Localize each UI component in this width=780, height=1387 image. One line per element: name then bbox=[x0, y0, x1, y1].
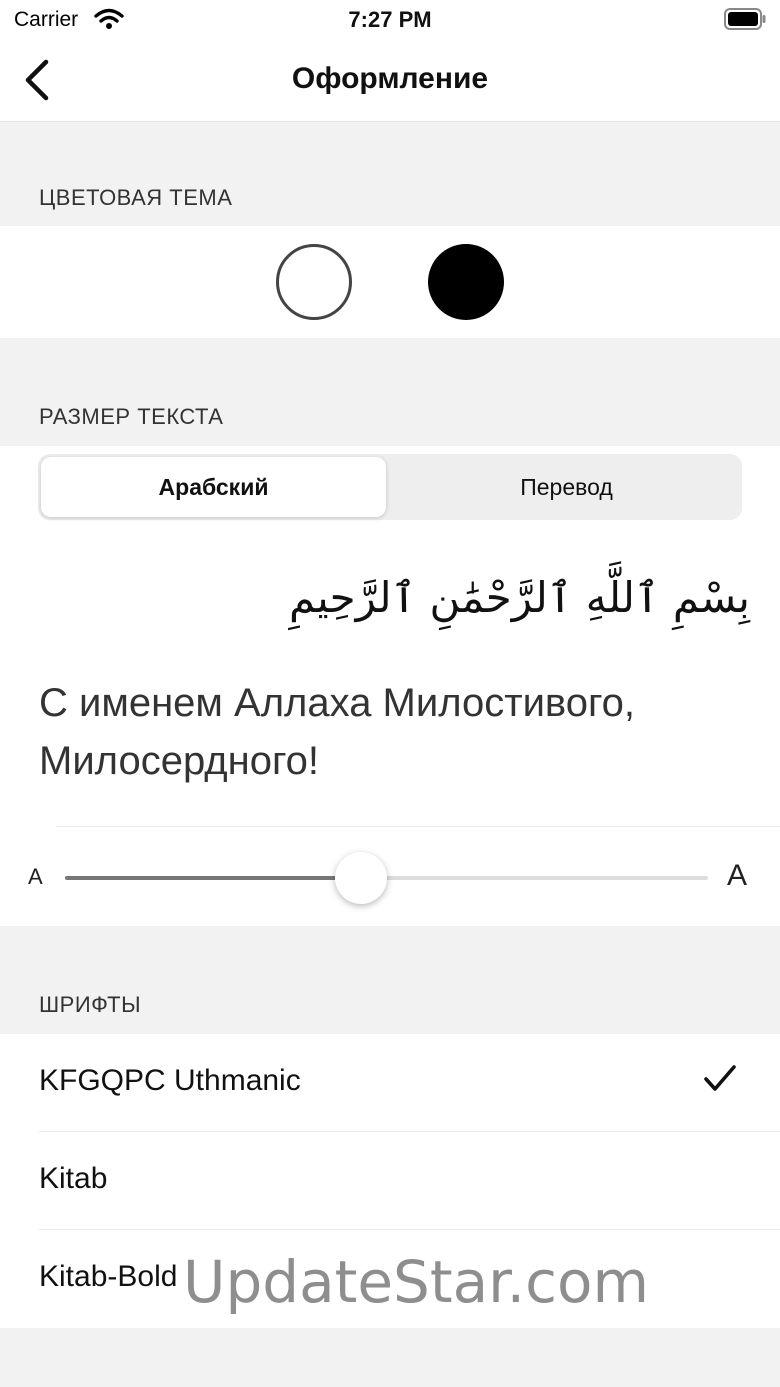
text-size-panel: Арабский Перевод بِسْمِ ٱللَّهِ ٱلرَّحْم… bbox=[0, 446, 780, 926]
color-theme-panel bbox=[0, 226, 780, 338]
font-item-kitab[interactable]: Kitab bbox=[0, 1132, 780, 1230]
text-size-slider[interactable] bbox=[65, 852, 708, 904]
font-item-kfgqpc-uthmanic[interactable]: KFGQPC Uthmanic bbox=[0, 1034, 780, 1132]
font-label: Kitab bbox=[39, 1162, 108, 1195]
section-header-color-theme: ЦВЕТОВАЯ ТЕМА bbox=[39, 185, 233, 210]
page-title: Оформление bbox=[291, 62, 489, 95]
theme-light-option[interactable] bbox=[276, 244, 352, 320]
divider bbox=[56, 826, 780, 827]
theme-dark-option[interactable] bbox=[428, 244, 504, 320]
tab-arabic[interactable]: Арабский bbox=[41, 457, 386, 517]
slider-min-label: A bbox=[28, 864, 43, 889]
status-time: 7:27 PM bbox=[348, 7, 432, 32]
battery-icon bbox=[724, 8, 766, 30]
watermark: UpdateStar.com bbox=[183, 1248, 649, 1316]
slider-thumb[interactable] bbox=[334, 852, 387, 904]
arabic-preview-text: بِسْمِ ٱللَّهِ ٱلرَّحْمَٰنِ ٱلرَّحِيمِ bbox=[289, 573, 750, 622]
translation-preview-text: С именем Аллаха Милостивого, Милосердног… bbox=[39, 681, 636, 783]
section-header-text-size: РАЗМЕР ТЕКСТА bbox=[39, 404, 224, 429]
section-header-fonts: ШРИФТЫ bbox=[39, 992, 142, 1017]
navigation-bar: Оформление bbox=[0, 40, 780, 122]
font-label: KFGQPC Uthmanic bbox=[39, 1064, 301, 1097]
status-bar: Carrier 7:27 PM bbox=[0, 0, 780, 40]
checkmark-icon bbox=[703, 1064, 737, 1099]
tab-translation[interactable]: Перевод bbox=[394, 457, 739, 517]
slider-fill bbox=[65, 876, 361, 880]
font-label: Kitab-Bold bbox=[39, 1260, 178, 1293]
slider-max-label: A bbox=[727, 859, 748, 892]
language-segmented-control: Арабский Перевод bbox=[38, 454, 742, 520]
